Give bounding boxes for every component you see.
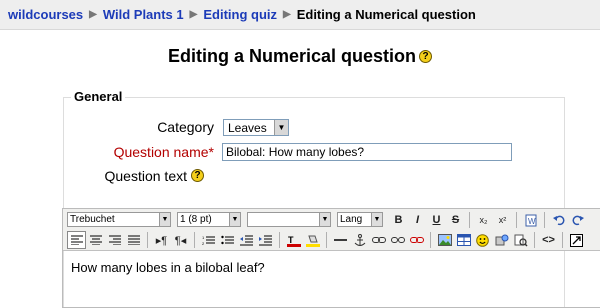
editor-toolbar-row-2: ▸¶ ¶◂ 12 T <> [63,230,600,251]
anchor-icon[interactable] [350,231,369,249]
paste-word-icon[interactable]: W [521,211,540,229]
smiley-icon[interactable] [473,231,492,249]
help-icon[interactable]: ? [419,49,433,63]
align-center-icon[interactable] [86,231,105,249]
svg-text:T: T [288,235,294,245]
align-right-icon[interactable] [105,231,124,249]
background-color-icon[interactable] [303,231,322,249]
chevron-down-icon: ▼ [229,213,240,226]
category-select[interactable]: Leaves ▼ [223,119,289,136]
superscript-button[interactable]: x² [493,211,512,229]
search-replace-icon[interactable] [511,231,530,249]
lang-select[interactable]: Lang ▼ [337,212,383,227]
toolbar-divider [430,232,431,248]
toolbar-divider [562,232,563,248]
breadcrumb-separator-icon: ▶ [283,9,291,20]
svg-text:2: 2 [202,241,205,246]
rtl-icon[interactable]: ¶◂ [171,231,190,249]
editor-content[interactable]: How many lobes in a bilobal leaf? [71,260,265,275]
editor-toolbar-row-1: Trebuchet ▼ 1 (8 pt) ▼ ▼ Lang ▼ B I U S … [63,209,600,230]
breadcrumb-separator-icon: ▶ [89,9,97,20]
indent-icon[interactable] [256,231,275,249]
horizontal-rule-icon[interactable] [331,231,350,249]
unlink-icon[interactable] [388,231,407,249]
unordered-list-icon[interactable] [218,231,237,249]
breadcrumb-separator-icon: ▶ [189,9,198,20]
breadcrumb-link-course[interactable]: Wild Plants 1 [103,7,184,22]
breadcrumb-current: Editing a Numerical question [296,7,476,22]
align-left-icon[interactable] [67,231,86,249]
rich-text-editor: Trebuchet ▼ 1 (8 pt) ▼ ▼ Lang ▼ B I U S … [62,208,600,308]
font-size-select[interactable]: 1 (8 pt) ▼ [177,212,241,227]
help-icon[interactable]: ? [191,169,204,182]
redo-icon[interactable] [568,211,587,229]
font-size-value: 1 (8 pt) [180,214,212,225]
svg-text:W: W [528,217,536,226]
format-select[interactable]: ▼ [247,212,331,227]
toolbar-divider [147,232,148,248]
table-icon[interactable] [454,231,473,249]
insert-media-icon[interactable] [492,231,511,249]
page-title-row: Editing a Numerical question? [0,46,600,67]
toolbar-divider [279,232,280,248]
chevron-down-icon: ▼ [159,213,170,226]
toolbar-divider [534,232,535,248]
ltr-icon[interactable]: ▸¶ [152,231,171,249]
lang-value: Lang [340,214,363,225]
underline-button[interactable]: U [427,211,446,229]
toolbar-divider [516,211,517,228]
fullscreen-icon[interactable] [567,231,586,249]
nolink-icon[interactable] [407,231,426,249]
chevron-down-icon: ▼ [274,120,288,135]
breadcrumb: wildcourses ▶ Wild Plants 1 ▶ Editing qu… [0,0,600,30]
category-select-value: Leaves [228,120,267,135]
outdent-icon[interactable] [237,231,256,249]
question-name-label: Question name* [113,144,214,160]
subscript-button[interactable]: x₂ [474,211,493,229]
page-title: Editing a Numerical question [167,46,417,66]
font-family-value: Trebuchet [70,214,115,225]
align-justify-icon[interactable] [124,231,143,249]
strikethrough-button[interactable]: S [446,211,465,229]
font-family-select[interactable]: Trebuchet ▼ [67,212,171,227]
italic-button[interactable]: I [408,211,427,229]
question-text-label: Question text [104,168,188,184]
ordered-list-icon[interactable]: 12 [199,231,218,249]
category-label: Category [157,119,214,135]
undo-icon[interactable] [549,211,568,229]
chevron-down-icon: ▼ [371,213,382,226]
breadcrumb-link-wildcourses[interactable]: wildcourses [8,7,83,22]
toolbar-divider [544,211,545,228]
bold-button[interactable]: B [389,211,408,229]
breadcrumb-link-editing-quiz[interactable]: Editing quiz [203,7,277,22]
toolbar-divider [326,232,327,248]
html-source-icon[interactable]: <> [539,231,558,249]
toolbar-divider [469,211,470,228]
toolbar-divider [194,232,195,248]
text-color-icon[interactable]: T [284,231,303,249]
image-icon[interactable] [435,231,454,249]
svg-text:1: 1 [202,235,205,240]
link-icon[interactable] [369,231,388,249]
question-name-input[interactable] [222,143,512,161]
chevron-down-icon: ▼ [319,213,330,226]
fieldset-legend: General [71,89,126,104]
